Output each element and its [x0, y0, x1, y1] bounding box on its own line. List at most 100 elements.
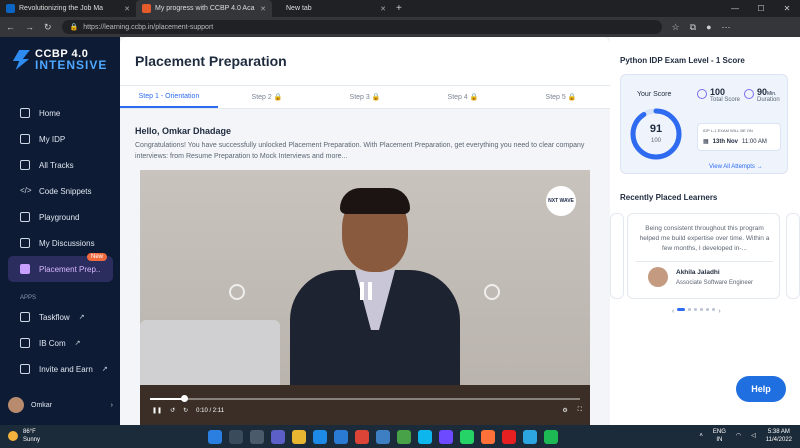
address-bar[interactable]: 🔒 https://learning.ccbp.in/placement-sup… — [61, 20, 662, 34]
tab-new[interactable]: New tab ✕ — [272, 0, 392, 17]
fullscreen-icon[interactable]: ⛶ — [578, 407, 582, 414]
close-tab-icon[interactable]: ✕ — [380, 5, 386, 13]
learner-card-next — [786, 213, 800, 299]
sidebar-item-code-snippets[interactable]: </> Code Snippets — [8, 178, 113, 204]
carousel-dot[interactable] — [677, 308, 686, 311]
right-panel: Python IDP Exam Level - 1 Score Your Sco… — [610, 37, 800, 425]
telegram-icon[interactable] — [523, 430, 537, 444]
forward-10-icon[interactable] — [484, 284, 500, 300]
sidebar-item-label: Taskflow — [39, 312, 70, 322]
chevron-left-icon[interactable]: ‹ — [672, 308, 674, 315]
system-tray: ˄ ENG IN ◠ ◁ 5:38 AM 11/4/2022 — [699, 428, 792, 444]
new-tab-icon[interactable]: + — [396, 3, 402, 14]
file-explorer-icon[interactable] — [292, 430, 306, 444]
settings-icon[interactable]: ⚙ — [562, 407, 567, 414]
minimize-icon[interactable]: — — [722, 0, 748, 17]
clock[interactable]: 5:38 AM 11/4/2022 — [766, 428, 792, 444]
tab-step-3[interactable]: Step 3 🔒 — [316, 86, 414, 108]
app-icon[interactable] — [397, 430, 411, 444]
sidebar-item-all-tracks[interactable]: All Tracks — [8, 152, 113, 178]
star-icon[interactable]: ☆ — [672, 22, 680, 33]
carousel-dot[interactable] — [712, 308, 716, 311]
greeting: Hello, Omkar Dhadage — [135, 126, 232, 136]
sidebar-item-my-idp[interactable]: My IDP — [8, 126, 113, 152]
app-icon[interactable] — [439, 430, 453, 444]
sidebar-item-placement-prep[interactable]: Placement Prep.. New — [8, 253, 113, 282]
chrome-icon[interactable] — [355, 430, 369, 444]
volume-icon[interactable]: ◁ — [751, 432, 756, 440]
sidebar-item-invite-earn[interactable]: Invite and Earn ↗ — [8, 356, 113, 382]
app-icon[interactable] — [418, 430, 432, 444]
playground-icon — [20, 212, 30, 222]
sidebar-item-playground[interactable]: Playground — [8, 204, 113, 230]
ccbp-icon — [142, 4, 151, 13]
maximize-icon[interactable]: ☐ — [748, 0, 774, 17]
pause-button[interactable] — [360, 282, 374, 300]
bolt-logo-icon — [12, 50, 30, 70]
task-view-icon[interactable] — [250, 430, 264, 444]
pause-icon[interactable]: ❚❚ — [152, 407, 162, 414]
learner-name: Akhila Jaladhi — [676, 269, 720, 276]
rewind-icon[interactable] — [229, 284, 245, 300]
video-scrubber[interactable] — [181, 395, 189, 402]
profile-icon[interactable]: ● — [706, 22, 711, 32]
calendar-icon: ▦ — [703, 139, 709, 145]
tab-step-2[interactable]: Step 2 🔒 — [218, 86, 316, 108]
tab-progress[interactable]: My progress with CCBP 4.0 Aca ✕ — [136, 0, 272, 17]
tab-step-4[interactable]: Step 4 🔒 — [414, 86, 512, 108]
firefox-icon[interactable] — [481, 430, 495, 444]
carousel-dot[interactable] — [694, 308, 698, 311]
menu-icon[interactable]: ⋯ — [722, 22, 731, 33]
sidebar-item-label: Playground — [39, 212, 80, 222]
view-all-attempts-link[interactable]: View All Attempts → — [709, 164, 763, 170]
extensions-icon[interactable]: ⧉ — [690, 22, 696, 33]
logo[interactable]: CCBP 4.0 INTENSIVE — [12, 49, 107, 71]
sidebar-item-home[interactable]: Home — [8, 100, 113, 126]
refresh-icon[interactable]: ↻ — [44, 22, 52, 33]
windows-start-icon[interactable] — [208, 430, 222, 444]
window-controls: — ☐ ✕ — [722, 0, 800, 17]
close-tab-icon[interactable]: ✕ — [124, 5, 130, 13]
close-tab-icon[interactable]: ✕ — [260, 5, 266, 13]
tab-step-1[interactable]: Step 1 - Orientation — [120, 86, 218, 108]
forward-small-icon[interactable]: ↻ — [183, 407, 188, 414]
chevron-right-icon[interactable]: › — [718, 308, 720, 315]
carousel-dot[interactable] — [706, 308, 710, 311]
back-icon[interactable]: ← — [6, 22, 15, 32]
whatsapp-icon[interactable] — [460, 430, 474, 444]
language-indicator[interactable]: ENG IN — [713, 428, 726, 444]
video-progress-fill — [150, 398, 185, 400]
help-button[interactable]: Help — [736, 376, 786, 402]
opera-icon[interactable] — [502, 430, 516, 444]
step-tabs: Step 1 - Orientation Step 2 🔒 Step 3 🔒 S… — [120, 85, 610, 109]
edge-icon[interactable] — [313, 430, 327, 444]
lock-icon: 🔒 — [69, 24, 79, 31]
teams-icon[interactable] — [271, 430, 285, 444]
app-icon[interactable] — [376, 430, 390, 444]
sidebar-item-ib-com[interactable]: IB Com ↗ — [8, 330, 113, 356]
learner-card[interactable]: Being consistent throughout this program… — [627, 213, 780, 299]
browser-chrome: Revolutionizing the Job Ma ✕ My progress… — [0, 0, 800, 37]
rewind-small-icon[interactable]: ↺ — [170, 407, 175, 414]
tab-step-5[interactable]: Step 5 🔒 — [512, 86, 610, 108]
search-icon[interactable] — [229, 430, 243, 444]
sidebar-item-taskflow[interactable]: Taskflow ↗ — [8, 304, 113, 330]
main-content: Placement Preparation Step 1 - Orientati… — [120, 37, 610, 425]
video-progress[interactable] — [150, 395, 580, 402]
carousel-dot[interactable] — [688, 308, 692, 311]
exam-title: Python IDP Exam Level - 1 Score — [620, 56, 745, 65]
close-window-icon[interactable]: ✕ — [774, 0, 800, 17]
weather-widget[interactable]: 86°F Sunny — [8, 428, 40, 444]
wifi-icon[interactable]: ◠ — [736, 432, 741, 440]
carousel-dot[interactable] — [700, 308, 704, 311]
video-player[interactable]: NXT WAVE ❚❚ ↺ ↻ 0:10 / 2:11 ⚙ ⛶ — [140, 170, 590, 425]
tray-chevron-icon[interactable]: ˄ — [699, 432, 703, 440]
avatar — [8, 397, 24, 413]
user-profile[interactable]: Omkar › — [8, 395, 113, 415]
code-icon: </> — [20, 186, 32, 195]
arrow-right-icon: → — [756, 164, 763, 170]
spotify-icon[interactable] — [544, 430, 558, 444]
forward-icon[interactable]: → — [25, 22, 34, 32]
vscode-icon[interactable] — [334, 430, 348, 444]
tab-job-market[interactable]: Revolutionizing the Job Ma ✕ — [0, 0, 136, 17]
